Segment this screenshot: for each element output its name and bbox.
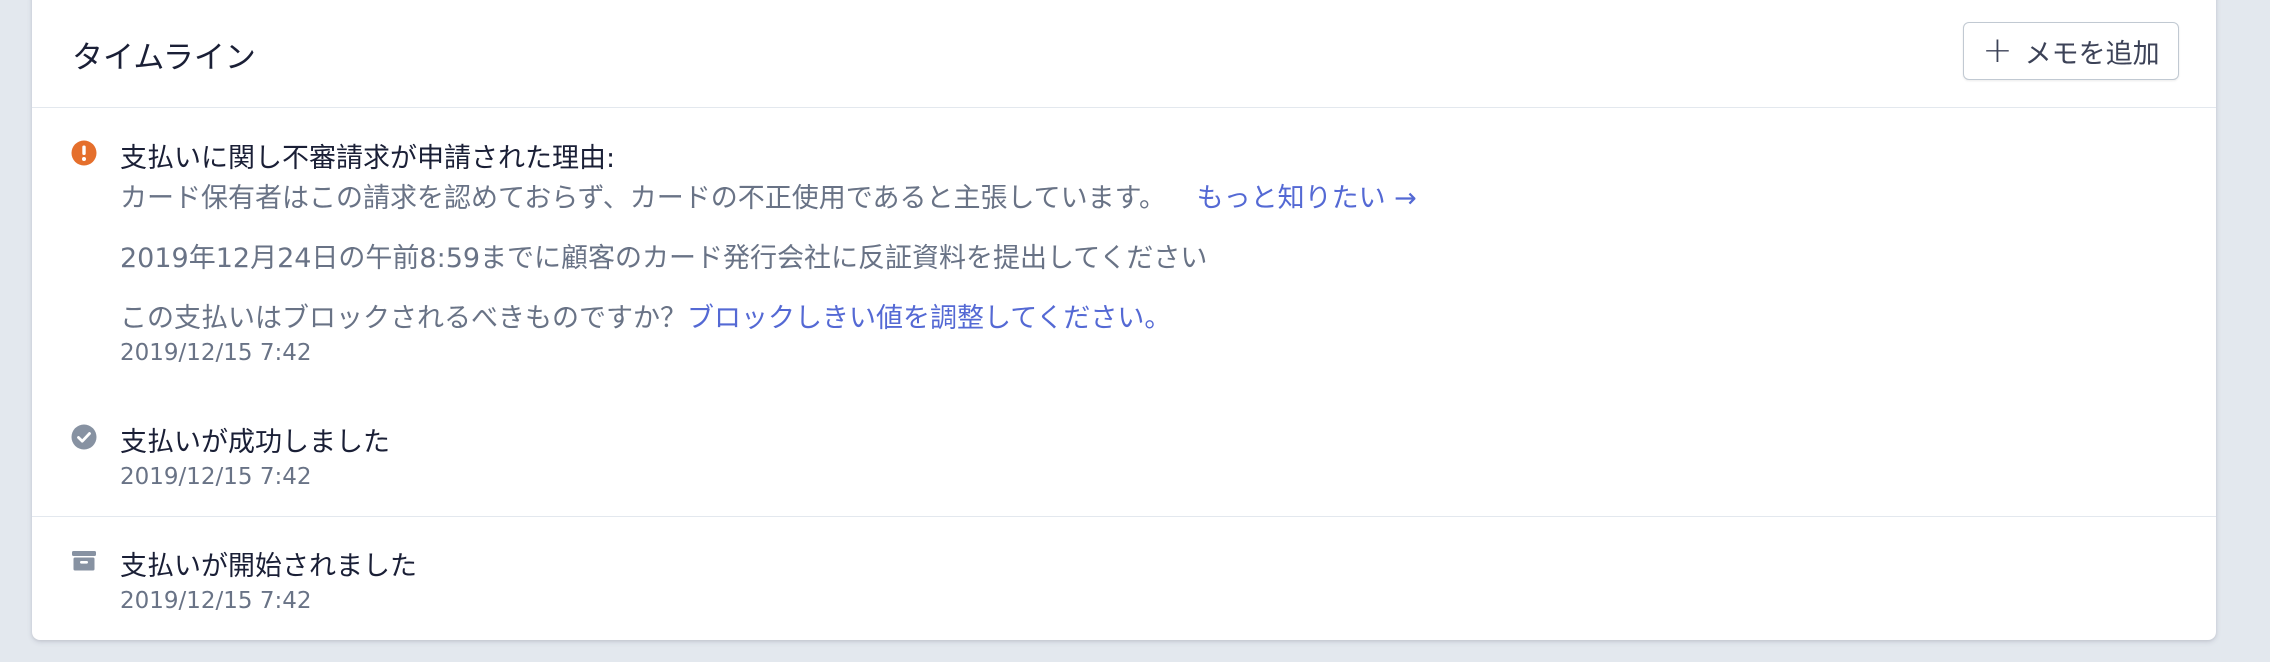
payment-succeeded-title: 支払いが成功しました (120, 427, 390, 458)
add-note-label: メモを追加 (2024, 38, 2160, 70)
adjust-block-threshold-link[interactable]: ブロックしきい値を調整してください。 (687, 303, 1171, 334)
event-divider (32, 516, 2216, 517)
alert-icon (71, 140, 97, 166)
evidence-deadline: 2019年12月24日の午前8:59までに顧客のカード発行会社に反証資料を提出し… (120, 243, 1208, 274)
block-question: この支払いはブロックされるべきものですか？ (120, 303, 687, 334)
check-circle-icon (71, 424, 97, 450)
timeline-header: タイムライン + メモを追加 (32, 0, 2216, 108)
timeline-card: タイムライン + メモを追加 支払いに関し不審請求が申請された理由: カード保有… (32, 0, 2216, 640)
block-question-line: この支払いはブロックされるべきものですか？ブロックしきい値を調整してください。 (120, 296, 1171, 335)
learn-more-link[interactable]: もっと知りたい → (1197, 183, 1417, 214)
event-timestamp: 2019/12/15 7:42 (120, 464, 312, 490)
plus-icon: + (1982, 30, 2013, 71)
event-timestamp: 2019/12/15 7:42 (120, 588, 312, 614)
payment-started-icon (72, 551, 96, 571)
timeline-title: タイムライン (72, 40, 256, 76)
dispute-reason: カード保有者はこの請求を認めておらず、カードの不正使用であると主張しています。 (120, 183, 1166, 214)
dispute-title: 支払いに関し不審請求が申請された理由: (120, 143, 616, 174)
payment-started-title: 支払いが開始されました (120, 551, 417, 582)
dispute-reason-line: カード保有者はこの請求を認めておらず、カードの不正使用であると主張しています。 … (120, 176, 1417, 215)
add-note-button[interactable]: + メモを追加 (1963, 22, 2179, 80)
event-timestamp: 2019/12/15 7:42 (120, 340, 312, 366)
